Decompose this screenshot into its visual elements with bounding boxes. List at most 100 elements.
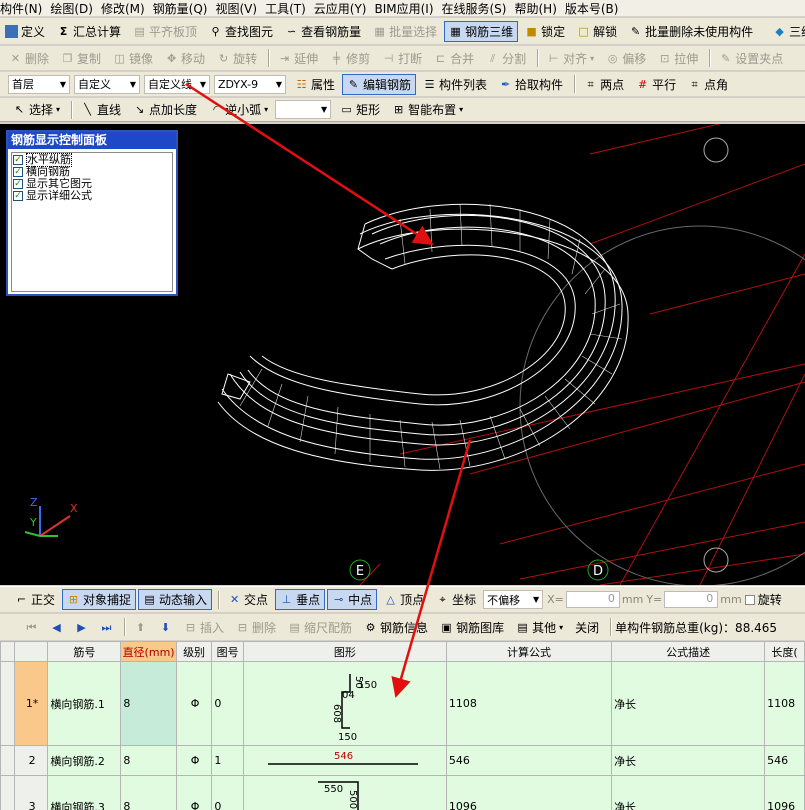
cell-name[interactable]: 横向钢筋.2 bbox=[47, 745, 122, 776]
reverse-arc-button[interactable]: ◜ 逆小弧 ▾ bbox=[204, 99, 273, 120]
offset-button[interactable]: ◎ 偏移 bbox=[601, 48, 651, 69]
close-button[interactable]: 关闭 bbox=[570, 617, 604, 638]
cell-formula[interactable]: 1096 bbox=[445, 775, 613, 810]
row-number[interactable]: 1* bbox=[13, 661, 49, 746]
cell-description[interactable]: 净长 bbox=[611, 745, 766, 776]
cell-grade[interactable]: Φ bbox=[175, 745, 213, 776]
props-button[interactable]: ☷ 属性 bbox=[290, 74, 340, 95]
cell-description[interactable]: 净长 bbox=[611, 775, 766, 810]
pick-comp-button[interactable]: ✒ 拾取构件 bbox=[494, 74, 568, 95]
copy-button[interactable]: ❐ 复制 bbox=[56, 48, 106, 69]
sum-calc-button[interactable]: Σ 汇总计算 bbox=[52, 21, 126, 42]
first-record-button[interactable]: ⏮ bbox=[20, 617, 43, 638]
delete-row-button[interactable]: ⊟ 删除 bbox=[231, 617, 281, 638]
menu-component[interactable]: 构件(N) bbox=[0, 0, 50, 16]
menu-help[interactable]: 帮助(H) bbox=[514, 0, 564, 16]
mirror-button[interactable]: ◫ 镜像 bbox=[108, 48, 158, 69]
col-description[interactable]: 公式描述 bbox=[611, 641, 766, 662]
comp-list-button[interactable]: ☰ 构件列表 bbox=[418, 74, 492, 95]
cell-fig[interactable]: 0 bbox=[211, 775, 244, 810]
next-record-button[interactable]: ▶ bbox=[70, 617, 93, 638]
cell-length[interactable]: 546 bbox=[764, 745, 805, 776]
define-button[interactable]: 定义 bbox=[0, 21, 50, 42]
view-3d-button[interactable]: ◆三维 bbox=[768, 21, 805, 42]
col-fig-num[interactable]: 图号 bbox=[211, 641, 244, 662]
cell-fig[interactable]: 0 bbox=[211, 661, 244, 746]
row-number[interactable]: 3 bbox=[13, 775, 49, 810]
extend-button[interactable]: ⇥ 延伸 bbox=[273, 48, 323, 69]
object-snap-button[interactable]: ⊞ 对象捕捉 bbox=[62, 589, 137, 610]
type-select[interactable]: 自定义线 ▼ bbox=[144, 74, 210, 94]
rotate-button[interactable]: ↻ 旋转 bbox=[212, 48, 262, 69]
cell-name[interactable]: 横向钢筋.3 bbox=[47, 775, 122, 810]
row-number[interactable]: 2 bbox=[13, 745, 49, 776]
rebar-library-button[interactable]: ▣ 钢筋图库 bbox=[435, 617, 509, 638]
parallel-button[interactable]: # 平行 bbox=[631, 74, 681, 95]
lock-button[interactable]: ■ 锁定 bbox=[520, 21, 570, 42]
arc-param-input[interactable]: ▼ bbox=[275, 100, 332, 119]
menu-version[interactable]: 版本号(B) bbox=[565, 0, 627, 16]
align-button[interactable]: ⊢ 对齐 ▾ bbox=[542, 48, 599, 69]
delete-button[interactable]: ✕ 删除 bbox=[4, 48, 54, 69]
cell-shape[interactable]: 608 04 50 150 150 bbox=[242, 661, 447, 746]
col-bar-num[interactable]: 筋号 bbox=[47, 641, 122, 662]
cell-diameter[interactable]: 8 bbox=[120, 745, 177, 776]
trim-button[interactable]: ╪ 修剪 bbox=[325, 48, 375, 69]
cell-shape[interactable]: 546 bbox=[242, 745, 447, 776]
col-shape[interactable]: 图形 bbox=[242, 641, 447, 662]
category-select[interactable]: 自定义 ▼ bbox=[74, 74, 140, 94]
menu-tools[interactable]: 工具(T) bbox=[265, 0, 314, 16]
unlock-button[interactable]: □ 解锁 bbox=[572, 21, 622, 42]
floor-select[interactable]: 首层 ▼ bbox=[8, 74, 70, 94]
cell-name[interactable]: 横向钢筋.1 bbox=[47, 661, 122, 746]
cell-diameter[interactable]: 8 bbox=[120, 775, 177, 810]
two-point-button[interactable]: ⌗ 两点 bbox=[579, 74, 629, 95]
batch-delete-button[interactable]: ✎ 批量删除未使用构件 bbox=[624, 21, 758, 42]
checkbox-show-formula[interactable]: ✓ 显示详细公式 bbox=[13, 190, 171, 202]
scale-rebar-button[interactable]: ▤ 缩尺配筋 bbox=[283, 617, 357, 638]
col-length[interactable]: 长度( bbox=[764, 641, 805, 662]
menu-bim[interactable]: BIM应用(I) bbox=[374, 0, 441, 16]
intersect-button[interactable]: ✕ 交点 bbox=[223, 589, 273, 610]
dynamic-input-button[interactable]: ▤ 动态输入 bbox=[138, 589, 213, 610]
coordinate-button[interactable]: ⌖ 坐标 bbox=[431, 589, 481, 610]
move-up-button[interactable]: ⬆ bbox=[129, 617, 152, 638]
col-grade[interactable]: 级别 bbox=[175, 641, 213, 662]
menu-draw[interactable]: 绘图(D) bbox=[50, 0, 101, 16]
set-grip-button[interactable]: ✎ 设置夹点 bbox=[714, 48, 788, 69]
cell-shape[interactable]: 550 500 46 bbox=[242, 775, 447, 810]
cell-length[interactable]: 1096 bbox=[764, 775, 805, 810]
menu-online[interactable]: 在线服务(S) bbox=[442, 0, 515, 16]
edit-rebar-button[interactable]: ✎ 编辑钢筋 bbox=[342, 73, 417, 95]
cell-grade[interactable]: Φ bbox=[175, 661, 213, 746]
batch-select-button[interactable]: ▦ 批量选择 bbox=[368, 21, 442, 42]
table-row[interactable]: 3 横向钢筋.3 8 Φ 0 550 500 46 1096 净长 1096 bbox=[0, 775, 805, 810]
point-angle-button[interactable]: ⌗ 点角 bbox=[683, 74, 733, 95]
other-button[interactable]: ▤ 其他 ▾ bbox=[511, 617, 568, 638]
move-button[interactable]: ✥ 移动 bbox=[160, 48, 210, 69]
component-select[interactable]: ZDYX-9 ▼ bbox=[214, 74, 286, 94]
stretch-button[interactable]: ⊡ 拉伸 bbox=[653, 48, 703, 69]
menu-modify[interactable]: 修改(M) bbox=[101, 0, 153, 16]
cell-fig[interactable]: 1 bbox=[211, 745, 244, 776]
menu-view[interactable]: 视图(V) bbox=[215, 0, 265, 16]
rotate-checkbox[interactable] bbox=[744, 594, 755, 605]
prev-record-button[interactable]: ◀ bbox=[45, 617, 68, 638]
cell-grade[interactable]: Φ bbox=[175, 775, 213, 810]
ortho-button[interactable]: ⌐ 正交 bbox=[10, 589, 60, 610]
menu-rebar-qty[interactable]: 钢筋量(Q) bbox=[153, 0, 216, 16]
midpoint-button[interactable]: ⊸ 中点 bbox=[327, 589, 378, 610]
find-element-button[interactable]: ⚲ 查找图元 bbox=[204, 21, 278, 42]
offset-mode-select[interactable]: 不偏移 ▼ bbox=[483, 590, 544, 609]
col-formula[interactable]: 计算公式 bbox=[445, 641, 613, 662]
table-row[interactable]: 2 横向钢筋.2 8 Φ 1 546 546 净长 546 bbox=[0, 745, 805, 776]
cell-formula[interactable]: 546 bbox=[445, 745, 613, 776]
table-row[interactable]: 1* 横向钢筋.1 8 Φ 0 608 04 50 150 150 1108 净… bbox=[0, 661, 805, 746]
line-button[interactable]: ╲ 直线 bbox=[76, 99, 126, 120]
menu-cloud[interactable]: 云应用(Y) bbox=[314, 0, 375, 16]
move-down-button[interactable]: ⬇ bbox=[154, 617, 177, 638]
x-coord-field[interactable]: X= 0 mm bbox=[547, 590, 643, 609]
rebar-info-button[interactable]: ⚙ 钢筋信息 bbox=[359, 617, 433, 638]
col-diameter[interactable]: 直径(mm) bbox=[120, 641, 177, 662]
rect-button[interactable]: ▭ 矩形 bbox=[335, 99, 385, 120]
